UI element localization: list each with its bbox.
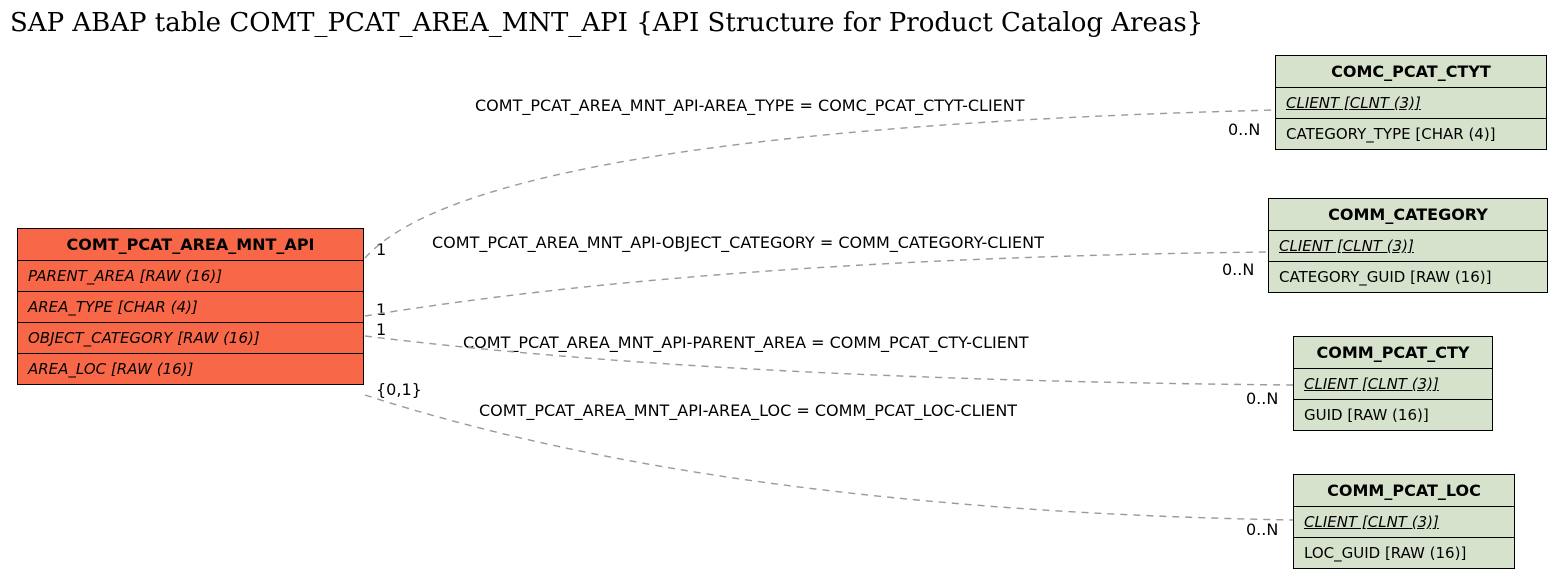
- rel-pk: CLIENT [CLNT (3)]: [1276, 88, 1546, 119]
- main-field-object-category: OBJECT_CATEGORY [RAW (16)]: [18, 323, 363, 354]
- rel-pk: CLIENT [CLNT (3)]: [1294, 369, 1492, 400]
- rel-field: LOC_GUID [RAW (16)]: [1294, 538, 1514, 568]
- rel-header: COMM_PCAT_CTY: [1294, 337, 1492, 369]
- rel-label-3: COMT_PCAT_AREA_MNT_API-PARENT_AREA = COM…: [463, 333, 1029, 352]
- rel-label-1: COMT_PCAT_AREA_MNT_API-AREA_TYPE = COMC_…: [475, 96, 1025, 115]
- rel-header: COMC_PCAT_CTYT: [1276, 56, 1546, 88]
- table-comc-pcat-ctyt: COMC_PCAT_CTYT CLIENT [CLNT (3)] CATEGOR…: [1275, 55, 1547, 150]
- rel-pk: CLIENT [CLNT (3)]: [1269, 231, 1547, 262]
- card-left-3: 1: [376, 320, 386, 339]
- table-comm-category: COMM_CATEGORY CLIENT [CLNT (3)] CATEGORY…: [1268, 198, 1548, 293]
- card-left-1: 1: [376, 240, 386, 259]
- rel-header: COMM_PCAT_LOC: [1294, 475, 1514, 507]
- rel-pk: CLIENT [CLNT (3)]: [1294, 507, 1514, 538]
- rel-label-4: COMT_PCAT_AREA_MNT_API-AREA_LOC = COMM_P…: [479, 401, 1017, 420]
- card-right-3: 0..N: [1246, 389, 1278, 408]
- main-table: COMT_PCAT_AREA_MNT_API PARENT_AREA [RAW …: [17, 228, 364, 385]
- rel-field: GUID [RAW (16)]: [1294, 400, 1492, 430]
- rel-field: CATEGORY_GUID [RAW (16)]: [1269, 262, 1547, 292]
- page-title: SAP ABAP table COMT_PCAT_AREA_MNT_API {A…: [10, 8, 1203, 38]
- card-left-4: {0,1}: [376, 380, 422, 399]
- table-comm-pcat-loc: COMM_PCAT_LOC CLIENT [CLNT (3)] LOC_GUID…: [1293, 474, 1515, 569]
- main-table-header: COMT_PCAT_AREA_MNT_API: [18, 229, 363, 261]
- table-comm-pcat-cty: COMM_PCAT_CTY CLIENT [CLNT (3)] GUID [RA…: [1293, 336, 1493, 431]
- card-right-4: 0..N: [1246, 520, 1278, 539]
- main-field-area-loc: AREA_LOC [RAW (16)]: [18, 354, 363, 384]
- card-right-2: 0..N: [1222, 260, 1254, 279]
- rel-header: COMM_CATEGORY: [1269, 199, 1547, 231]
- main-field-area-type: AREA_TYPE [CHAR (4)]: [18, 292, 363, 323]
- rel-field: CATEGORY_TYPE [CHAR (4)]: [1276, 119, 1546, 149]
- card-right-1: 0..N: [1228, 120, 1260, 139]
- card-left-2: 1: [376, 300, 386, 319]
- main-field-parent-area: PARENT_AREA [RAW (16)]: [18, 261, 363, 292]
- rel-label-2: COMT_PCAT_AREA_MNT_API-OBJECT_CATEGORY =…: [432, 233, 1044, 252]
